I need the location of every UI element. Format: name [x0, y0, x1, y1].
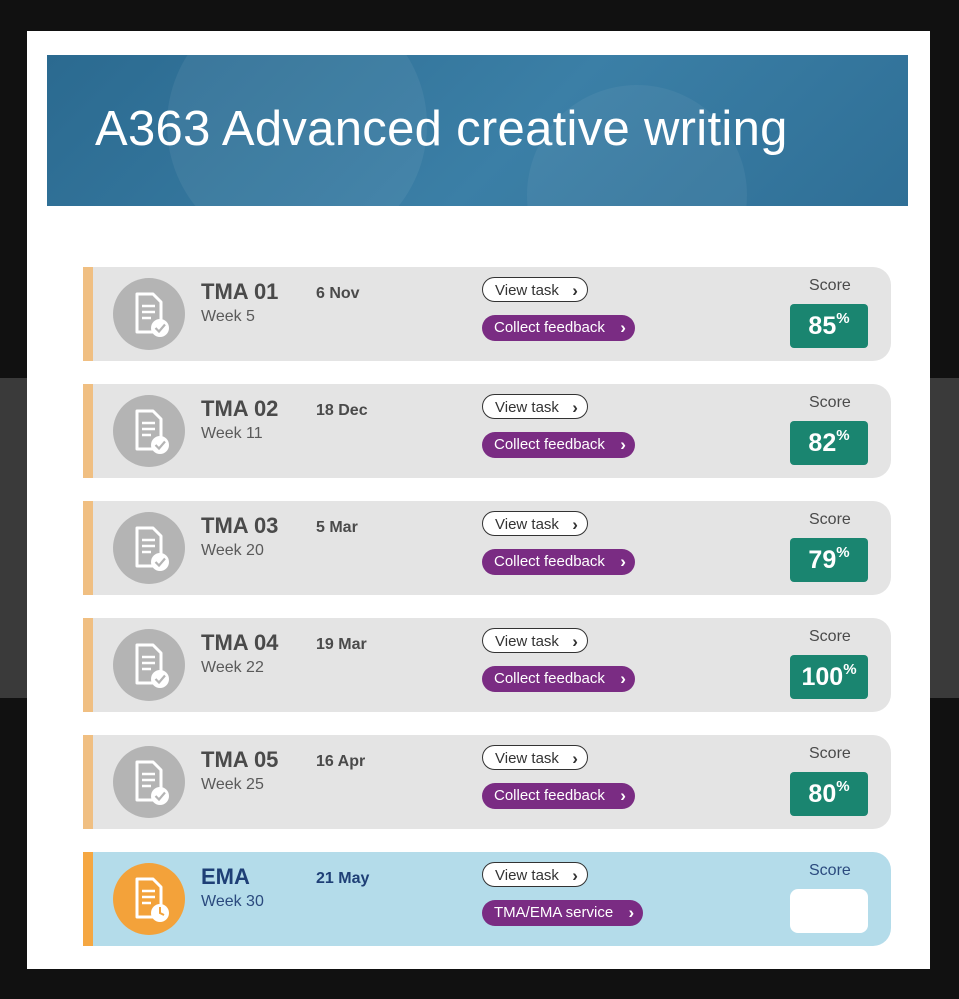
- score-badge: 82%: [790, 421, 868, 465]
- assignment-name: TMA 03: [201, 513, 279, 538]
- score-badge: 100%: [790, 655, 868, 699]
- score-value: 85: [808, 312, 837, 340]
- assignment-due-date: 16 Apr: [316, 753, 366, 770]
- assignment-due-date: 19 Mar: [316, 636, 367, 653]
- assignment-row: TMA 05 Week 25 16 Apr View task › Collec…: [83, 735, 891, 829]
- action-label: Collect feedback: [494, 319, 605, 336]
- view-task-label: View task: [495, 399, 559, 416]
- score-label: Score: [809, 862, 851, 879]
- chevron-right-icon: ›: [620, 669, 626, 688]
- action-label: Collect feedback: [494, 553, 605, 570]
- assignment-week: Week 11: [201, 425, 263, 442]
- assignment-due-date: 18 Dec: [316, 402, 368, 419]
- score-percent: %: [836, 310, 850, 327]
- score-badge: 79%: [790, 538, 868, 582]
- assignment-name: EMA: [201, 864, 250, 889]
- view-task-button[interactable]: View task ›: [482, 745, 588, 770]
- assignment-row: TMA 02 Week 11 18 Dec View task › Collec…: [83, 384, 891, 478]
- collect-feedback-button[interactable]: Collect feedback ›: [482, 315, 635, 341]
- score-label: Score: [809, 628, 851, 645]
- score-badge: [790, 889, 868, 933]
- view-task-button[interactable]: View task ›: [482, 628, 588, 653]
- document-check-icon: [113, 278, 185, 350]
- score-badge: 85%: [790, 304, 868, 348]
- score-badge: 80%: [790, 772, 868, 816]
- document-check-icon: [113, 512, 185, 584]
- document-check-icon: [113, 629, 185, 701]
- score-value: 79: [808, 546, 837, 574]
- view-task-label: View task: [495, 282, 559, 299]
- view-task-button[interactable]: View task ›: [482, 394, 588, 419]
- score-percent: %: [836, 544, 850, 561]
- module-banner: A363 Advanced creative writing: [47, 55, 908, 206]
- backdrop-panel-right: [929, 378, 959, 698]
- document-check-icon: [113, 746, 185, 818]
- tma-ema-service-button[interactable]: TMA/EMA service ›: [482, 900, 644, 926]
- collect-feedback-button[interactable]: Collect feedback ›: [482, 666, 635, 692]
- chevron-right-icon: ›: [572, 281, 578, 300]
- action-label: TMA/EMA service: [494, 904, 614, 921]
- view-task-button[interactable]: View task ›: [482, 277, 588, 302]
- view-task-button[interactable]: View task ›: [482, 511, 588, 536]
- assignment-week: Week 5: [201, 308, 255, 325]
- document-clock-icon: [113, 863, 185, 935]
- score-label: Score: [809, 277, 851, 294]
- action-label: Collect feedback: [494, 436, 605, 453]
- assignment-due-date: 21 May: [316, 870, 370, 887]
- chevron-right-icon: ›: [572, 749, 578, 768]
- score-value: 100: [801, 663, 844, 691]
- score-percent: %: [836, 427, 850, 444]
- assignment-row: TMA 04 Week 22 19 Mar View task › Collec…: [83, 618, 891, 712]
- document-check-icon: [113, 395, 185, 467]
- view-task-label: View task: [495, 633, 559, 650]
- assignment-week: Week 25: [201, 776, 264, 793]
- view-task-label: View task: [495, 867, 559, 884]
- action-label: Collect feedback: [494, 787, 605, 804]
- assignment-list: TMA 01 Week 5 6 Nov View task › Collect …: [83, 267, 891, 969]
- chevron-right-icon: ›: [620, 318, 626, 337]
- score-label: Score: [809, 394, 851, 411]
- chevron-right-icon: ›: [572, 632, 578, 651]
- view-task-label: View task: [495, 750, 559, 767]
- chevron-right-icon: ›: [620, 552, 626, 571]
- assignment-due-date: 6 Nov: [316, 285, 360, 302]
- assignment-week: Week 22: [201, 659, 264, 676]
- chevron-right-icon: ›: [620, 435, 626, 454]
- assignment-name: TMA 05: [201, 747, 279, 772]
- chevron-right-icon: ›: [620, 786, 626, 805]
- collect-feedback-button[interactable]: Collect feedback ›: [482, 549, 635, 575]
- view-task-button[interactable]: View task ›: [482, 862, 588, 887]
- module-title: A363 Advanced creative writing: [95, 102, 788, 156]
- assignment-name: TMA 04: [201, 630, 279, 655]
- chevron-right-icon: ›: [572, 398, 578, 417]
- assignment-due-date: 5 Mar: [316, 519, 358, 536]
- assignment-name: TMA 02: [201, 396, 279, 421]
- assignment-row: TMA 03 Week 20 5 Mar View task › Collect…: [83, 501, 891, 595]
- collect-feedback-button[interactable]: Collect feedback ›: [482, 432, 635, 458]
- assignment-row: EMA Week 30 21 May View task › TMA/EMA s…: [83, 852, 891, 946]
- score-label: Score: [809, 511, 851, 528]
- collect-feedback-button[interactable]: Collect feedback ›: [482, 783, 635, 809]
- view-task-label: View task: [495, 516, 559, 533]
- score-label: Score: [809, 745, 851, 762]
- assignment-week: Week 30: [201, 893, 264, 910]
- score-value: 80: [808, 780, 837, 808]
- score-percent: %: [836, 778, 850, 795]
- assignment-row: TMA 01 Week 5 6 Nov View task › Collect …: [83, 267, 891, 361]
- assignment-week: Week 20: [201, 542, 264, 559]
- chevron-right-icon: ›: [572, 866, 578, 885]
- backdrop-panel-left: [0, 378, 30, 698]
- assignment-name: TMA 01: [201, 279, 279, 304]
- score-value: 82: [808, 429, 837, 457]
- chevron-right-icon: ›: [572, 515, 578, 534]
- chevron-right-icon: ›: [628, 903, 635, 922]
- action-label: Collect feedback: [494, 670, 605, 687]
- score-percent: %: [843, 661, 857, 678]
